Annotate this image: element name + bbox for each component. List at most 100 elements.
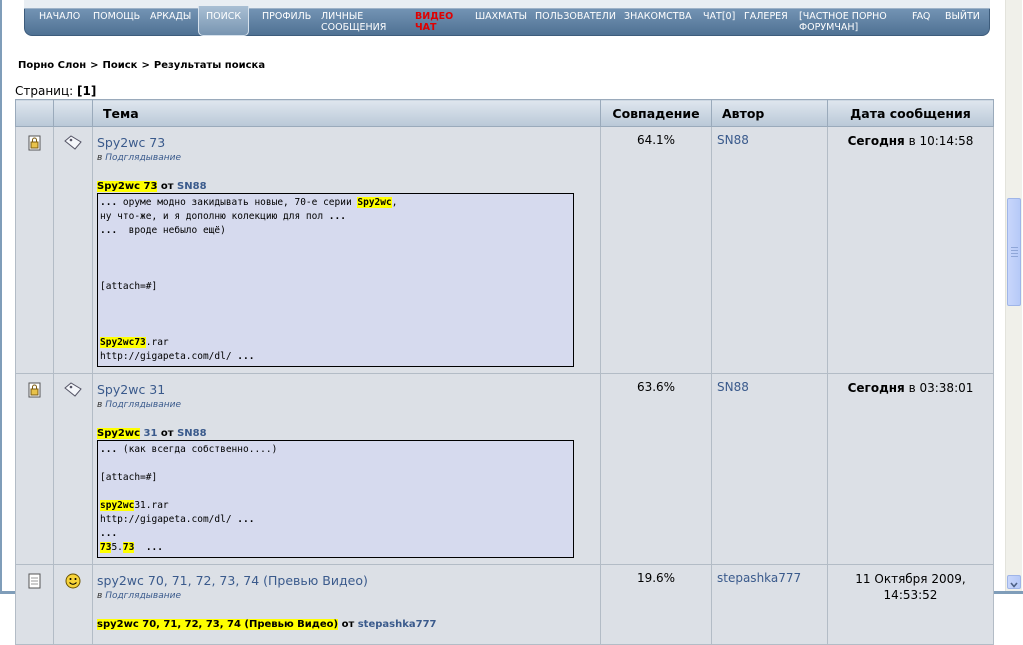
table-row: Spy2wc 73 в Подглядывание Spy2wc 73 от S…	[15, 126, 994, 374]
forum-link[interactable]: Подглядывание	[105, 153, 181, 163]
row-author-cell: SN88	[711, 126, 828, 374]
nav-arcades[interactable]: АРКАДЫ	[150, 11, 191, 22]
header-match[interactable]: Совпадение	[600, 99, 712, 127]
forum-line: в Подглядывание	[97, 591, 596, 601]
author-link[interactable]: SN88	[717, 380, 749, 394]
excerpt-line	[100, 252, 573, 266]
forum-prefix: в	[97, 400, 103, 410]
topic-file-locked-icon	[28, 135, 42, 155]
post-excerpt: ... (как всегда собственно....) [attach=…	[97, 440, 574, 558]
post-title-highlight[interactable]: Spy2wc 73	[97, 181, 158, 192]
post-from-label: от	[160, 428, 174, 439]
forum-link[interactable]: Подглядывание	[105, 400, 181, 410]
excerpt-line	[100, 485, 573, 499]
nav-help[interactable]: ПОМОЩЬ	[93, 11, 140, 22]
forum-line: в Подглядывание	[97, 153, 596, 163]
date-time: в 03:38:01	[908, 381, 974, 395]
header-icon-col	[15, 99, 54, 127]
topic-link[interactable]: Spy2wc 73	[97, 135, 165, 150]
nav-dating[interactable]: ЗНАКОМСТВА	[624, 11, 692, 22]
nav-faq[interactable]: FAQ	[912, 11, 930, 22]
topic-link[interactable]: spy2wc 70, 71, 72, 73, 74 (Превью Видео)	[97, 573, 368, 588]
post-title-rest[interactable]: 31	[144, 428, 158, 439]
forum-link[interactable]: Подглядывание	[105, 591, 181, 601]
date-day: Сегодня	[847, 134, 905, 148]
topic-file-locked-icon	[28, 382, 42, 402]
post-excerpt: ... оруме модно закидывать новые, 70-е с…	[97, 193, 574, 367]
tag-icon	[63, 382, 83, 402]
post-from-label: от	[341, 619, 355, 630]
header-date[interactable]: Дата сообщения	[827, 99, 994, 127]
table-row: spy2wc 70, 71, 72, 73, 74 (Превью Видео)…	[15, 564, 994, 645]
nav-users[interactable]: ПОЛЬЗОВАТЕЛИ	[535, 11, 616, 22]
post-author-link[interactable]: stepashka777	[358, 619, 437, 630]
post-heading: Spy2wc 73 от SN88	[97, 181, 596, 192]
post-author-link[interactable]: SN88	[177, 181, 207, 192]
pages-label: Страниц:	[15, 84, 74, 98]
excerpt-line: http://gigapeta.com/dl/ ...	[100, 514, 255, 525]
main-nav: НАЧАЛО ПОМОЩЬ АРКАДЫ ПОИСК ПРОФИЛЬ ЛИЧНЫ…	[24, 0, 990, 36]
row-author-cell: SN88	[711, 373, 828, 565]
pages-current[interactable]: [1]	[77, 84, 96, 98]
nav-video-chat[interactable]: ВИДЕО ЧАТ	[415, 11, 453, 33]
topic-link[interactable]: Spy2wc 31	[97, 382, 165, 397]
scrollbar-thumb[interactable]	[1007, 198, 1021, 306]
row-date-cell: Сегодня в 03:38:01	[827, 373, 994, 565]
nav-logout[interactable]: ВЫЙТИ	[945, 11, 980, 22]
row-match-cell: 64.1%	[600, 126, 712, 374]
breadcrumb: Порно Слон > Поиск > Результаты поиска	[18, 60, 269, 71]
nav-private-forum[interactable]: [ЧАСТНОЕ ПОРНО ФОРУМЧАН]	[799, 11, 887, 33]
row-topic-cell: Spy2wc 31 в Подглядывание Spy2wc 31 от S…	[92, 373, 601, 565]
nav-messages[interactable]: ЛИЧНЫЕ СООБЩЕНИЯ	[321, 11, 386, 33]
nav-chess[interactable]: ШАХМАТЫ	[475, 11, 527, 22]
excerpt-line: http://gigapeta.com/dl/ ...	[100, 351, 255, 362]
search-results-table: Тема Совпадение Автор Дата сообщения Spy…	[15, 99, 994, 645]
author-link[interactable]: stepashka777	[717, 571, 801, 585]
scroll-down-arrow-icon[interactable]	[1007, 575, 1021, 589]
date-line1: 11 Октября 2009,	[855, 572, 966, 586]
excerpt-line	[100, 294, 573, 308]
table-row: Spy2wc 31 в Подглядывание Spy2wc 31 от S…	[15, 373, 994, 565]
vertical-scrollbar[interactable]	[1005, 0, 1022, 591]
row-date-cell: Сегодня в 10:14:58	[827, 126, 994, 374]
post-heading: spy2wc 70, 71, 72, 73, 74 (Превью Видео)…	[97, 619, 596, 630]
post-from-label: от	[160, 181, 174, 192]
breadcrumb-search[interactable]: Поиск	[103, 60, 138, 71]
excerpt-line: spy2wc31.rar	[100, 500, 169, 511]
row-type-cell	[53, 373, 93, 565]
nav-gallery[interactable]: ГАЛЕРЕЯ	[744, 11, 788, 22]
post-title-highlight[interactable]: Spy2wc	[97, 428, 141, 439]
breadcrumb-home[interactable]: Порно Слон	[18, 60, 86, 71]
date-line2: 14:53:52	[883, 588, 938, 602]
forum-prefix: в	[97, 591, 103, 601]
excerpt-line	[100, 238, 573, 252]
date-time: в 10:14:58	[908, 134, 974, 148]
header-icon2-col	[53, 99, 93, 127]
row-topic-cell: Spy2wc 73 в Подглядывание Spy2wc 73 от S…	[92, 126, 601, 374]
row-status-cell	[15, 126, 54, 374]
nav-profile[interactable]: ПРОФИЛЬ	[262, 11, 311, 22]
row-type-cell	[53, 564, 93, 645]
post-title-highlight[interactable]: spy2wc 70, 71, 72, 73, 74 (Превью Видео)	[97, 619, 339, 630]
nav-top-strip	[24, 0, 990, 9]
author-link[interactable]: SN88	[717, 133, 749, 147]
excerpt-line: [attach=#]	[100, 281, 158, 292]
nav-messages-line2: СООБЩЕНИЯ	[321, 22, 387, 33]
nav-home[interactable]: НАЧАЛО	[39, 11, 80, 22]
excerpt-line	[100, 308, 573, 322]
breadcrumb-results: Результаты поиска	[153, 60, 266, 71]
smiley-icon	[65, 573, 81, 593]
row-author-cell: stepashka777	[711, 564, 828, 645]
nav-search[interactable]: ПОИСК	[198, 6, 250, 36]
excerpt-line	[100, 457, 573, 471]
nav-chat[interactable]: ЧАТ[0]	[703, 11, 735, 22]
window-frame-left	[0, 0, 2, 594]
excerpt-line: ... оруме модно закидывать новые, 70-е с…	[100, 197, 398, 208]
row-date-cell: 11 Октября 2009, 14:53:52	[827, 564, 994, 645]
thumb-grip	[1011, 253, 1018, 254]
date-day: Сегодня	[847, 381, 905, 395]
header-author[interactable]: Автор	[711, 99, 828, 127]
post-author-link[interactable]: SN88	[177, 428, 207, 439]
header-topic[interactable]: Тема	[92, 99, 601, 127]
forum-prefix: в	[97, 153, 103, 163]
